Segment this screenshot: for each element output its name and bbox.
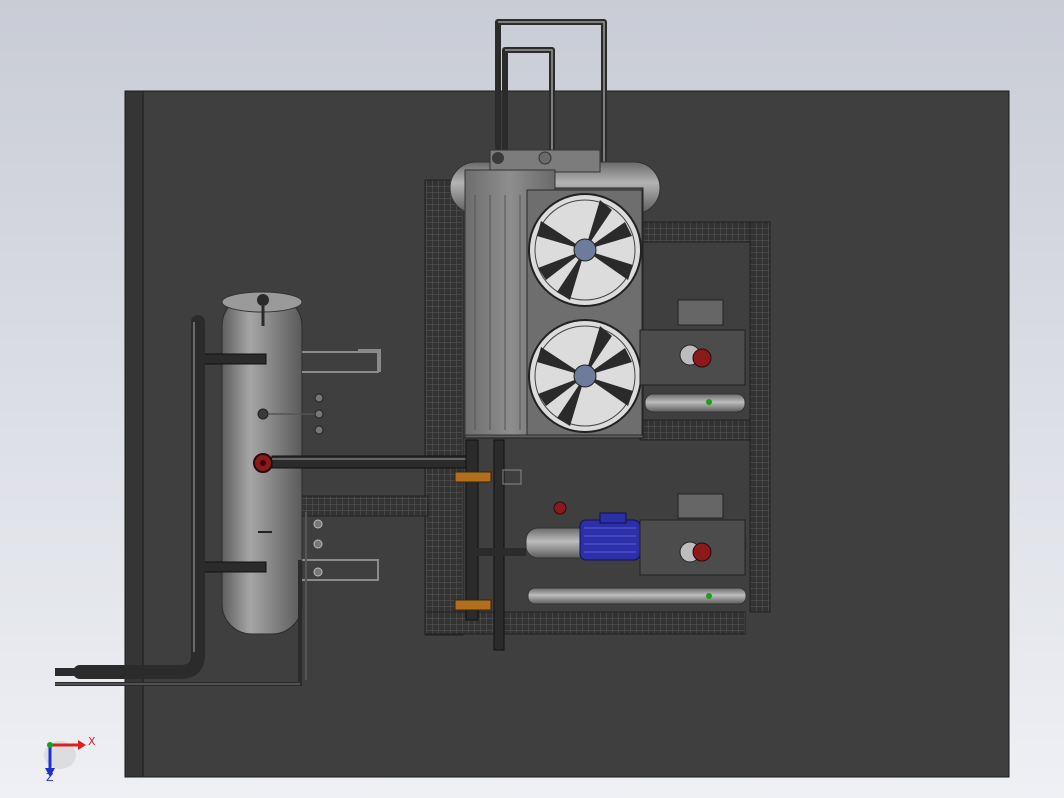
skid-frame-bridge [299, 495, 429, 517]
skid-frame-middle [639, 419, 751, 441]
axis-z-label: Z [46, 771, 54, 784]
skid-frame-right [749, 221, 771, 613]
skid-frame-left [424, 179, 464, 636]
axis-y-icon [47, 742, 53, 748]
lower-valve-red[interactable] [553, 501, 567, 515]
assembly-scene[interactable]: X Z [0, 0, 1064, 798]
axis-x-label: X [88, 735, 96, 748]
condenser-fan-lower[interactable] [528, 319, 642, 433]
condenser[interactable] [464, 169, 644, 439]
drive-motor[interactable] [579, 519, 641, 561]
cad-viewport[interactable]: X Z [0, 0, 1064, 798]
condenser-fan-upper[interactable] [528, 193, 642, 307]
